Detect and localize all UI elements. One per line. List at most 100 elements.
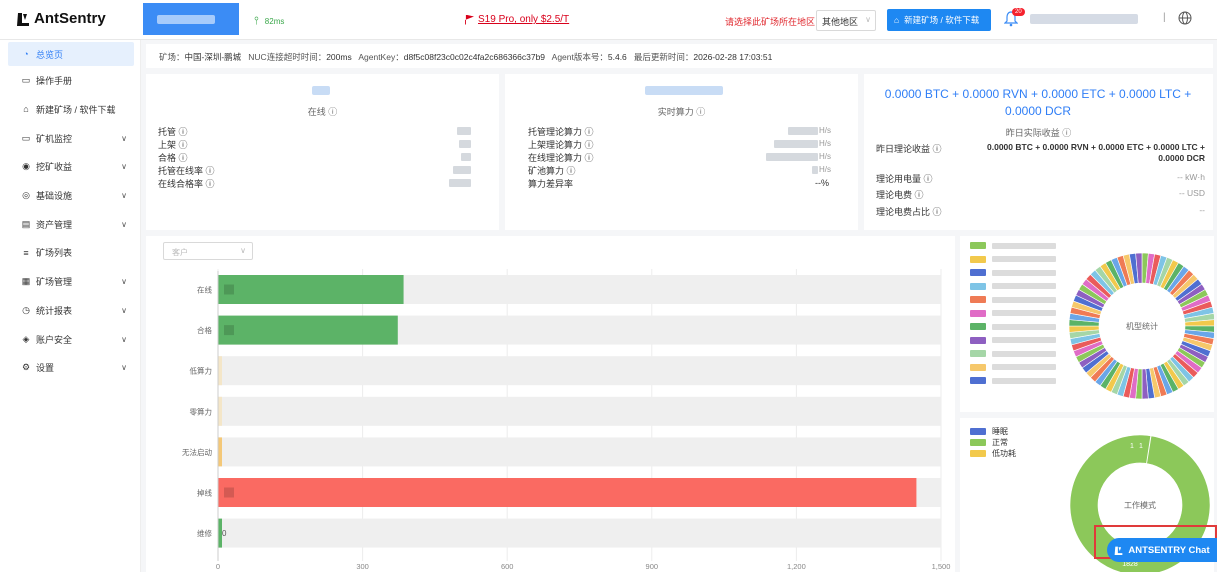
sidebar-item[interactable]: ▤ 资产管理 ∨ [0,212,141,236]
hashrate-value-redacted [788,127,818,135]
app-name: AntSentry [34,10,106,27]
sidebar-item-label: 新建矿场 / 软件下载 [36,104,116,115]
promo-link[interactable]: S19 Pro, only $2.5/T [465,14,569,25]
help-icon[interactable]: ⓘ [585,140,594,150]
online-row-value-redacted [457,127,471,135]
online-row-label: 合格 ⓘ [158,153,188,163]
promo-text: S19 Pro, only $2.5/T [478,14,570,25]
help-icon[interactable]: ⓘ [179,127,188,137]
bar[interactable] [218,275,404,304]
sidebar-item[interactable]: ▭ 操作手册 [0,69,141,93]
sidebar-item[interactable]: ≡ 矿场列表 [0,241,141,265]
hashrate-unit: H/s [819,139,831,148]
help-icon[interactable]: ⓘ [933,144,942,154]
antsentry-chat-button[interactable]: ANTSENTRY Chat [1107,538,1217,562]
bar[interactable] [218,315,398,345]
hashrate-row-label: 托管理论算力 ⓘ [528,127,594,137]
hashrate-row-label: 矿池算力 ⓘ [528,166,576,176]
bar-background [218,518,941,548]
help-icon[interactable]: ⓘ [585,153,594,163]
region-select[interactable]: 其他地区 ∨ [816,10,876,31]
online-count-redacted [312,86,330,95]
income-row-label: 理论电费 ⓘ [876,190,924,200]
yesterday-actual-income: 0.0000 BTC + 0.0000 RVN + 0.0000 ETC + 0… [867,86,1209,120]
online-row-label: 上架 ⓘ [158,140,188,150]
help-icon[interactable]: ⓘ [1062,128,1071,138]
sidebar-item[interactable]: ◎ 基础设施 ∨ [0,184,141,208]
y-category-label: 零算力 [190,406,213,416]
hashrate-unit: H/s [819,152,831,161]
sidebar-item[interactable]: ▭ 矿机监控 ∨ [0,126,141,150]
user-name-redacted[interactable] [1030,14,1138,24]
help-icon[interactable]: ⓘ [696,107,705,117]
gear-icon: ⚙ [21,362,31,373]
hashrate-subtitle: 实时算力 ⓘ [657,107,706,117]
status-bar-chart-card: 客户 ∨ 0 300 600 900 1,200 1,500 在线 合格 低算力 零算力 无法启动掉… [146,236,955,572]
help-icon[interactable]: ⓘ [567,166,576,176]
hashrate-value-redacted [766,153,818,161]
bar-background [218,356,941,386]
slice-value-label: 1 [1130,443,1134,450]
sidebar-item[interactable]: ◔ 总览页 [8,42,134,66]
help-icon[interactable]: ⓘ [206,166,215,176]
hashrate-value-redacted [774,140,818,148]
chevron-down-icon: ∨ [121,363,127,373]
help-icon[interactable]: ⓘ [328,107,337,117]
income-row-value: 0.0000 DCR [1158,153,1205,163]
bar-value-redacted [224,284,234,295]
income-row-label: 昨日理论收益 ⓘ [876,144,942,154]
sidebar: ◔ 总览页 ▭ 操作手册 ⌂ 新建矿场 / 软件下载 ▭ 矿机监控 ∨ ◉ 挖矿收益 ∨ ◎ 基础设施 ∨ ▤… [0,40,141,572]
flag-icon [465,14,474,25]
sidebar-item[interactable]: ◈ 账户安全 ∨ [0,327,141,351]
globe-icon[interactable] [1178,11,1192,25]
nuc-label: NUC连接超时时间： [248,52,327,62]
y-category-label: 维修 [197,528,212,538]
help-icon[interactable]: ⓘ [924,174,933,184]
agent-version-label: Agent版本号： [551,52,608,62]
help-icon[interactable]: ⓘ [179,140,188,150]
online-row-value-redacted [453,166,471,174]
hashrate-row-label: 上架理论算力 ⓘ [528,140,594,150]
hashrate-row-label: 在线理论算力 ⓘ [528,153,594,163]
status-bar-chart: 0 300 600 900 1,200 1,500 在线合格低算力零算力无法启动掉线 0 维修 [182,269,950,571]
sidebar-item-label: 账户安全 [36,334,73,345]
online-card: 在线 ⓘ 托管 ⓘ 上架 ⓘ 合格 ⓘ 托管在线率 ⓘ 在线合格率 ⓘ [146,74,499,230]
model-stats-card: 机型统计 [960,236,1214,412]
sidebar-item[interactable]: ◉ 挖矿收益 ∨ [0,155,141,179]
antenna-icon: ⫯ [254,15,259,27]
bar-value-label: 0 [222,529,227,538]
income-row-value: -- [1199,205,1205,215]
site-tab[interactable] [143,3,239,35]
hashrate-card: 实时算力 ⓘ 托管理论算力 ⓘ H/s 上架理论算力 ⓘ H/s 在线理论算力 ⓘ H/s… [505,74,858,230]
help-icon[interactable]: ⓘ [585,127,594,137]
income-line-1: 0.0000 BTC + 0.0000 RVN + 0.0000 ETC + 0… [884,87,1192,101]
help-icon[interactable]: ⓘ [933,207,942,217]
chat-button-label: ANTSENTRY Chat [1128,544,1210,556]
site-name-redacted [157,15,215,24]
sidebar-item[interactable]: ⌂ 新建矿场 / 软件下载 [0,97,141,121]
database-icon: ▤ [21,218,31,229]
online-row-label: 托管 ⓘ [158,127,188,137]
help-icon[interactable]: ⓘ [206,179,215,189]
book-icon: ▭ [21,75,31,86]
new-site-download-button[interactable]: ⌂ 新建矿场 / 软件下载 [887,9,991,31]
sidebar-item-label: 统计报表 [36,305,73,316]
bar-background [218,437,941,467]
logo[interactable]: AntSentry [16,10,106,27]
sidebar-item[interactable]: ◷ 统计报表 ∨ [0,298,141,322]
bar[interactable] [218,396,222,426]
agentkey-label: AgentKey： [358,52,404,62]
bar[interactable] [218,356,222,386]
bar-value-redacted [224,325,234,336]
x-tick-label: 900 [646,562,659,571]
bar[interactable] [218,478,917,507]
nuc-value: 200ms [326,52,352,62]
sidebar-item[interactable]: ▦ 矿场管理 ∨ [0,270,141,294]
site-info-bar: 矿场：中国-深圳-鹏城 NUC连接超时时间：200ms AgentKey：d8f… [146,44,1213,68]
help-icon[interactable]: ⓘ [915,190,924,200]
bar[interactable] [218,437,222,467]
help-icon[interactable]: ⓘ [179,153,188,163]
sidebar-item-label: 基础设施 [36,191,73,201]
sidebar-item[interactable]: ⚙ 设置 ∨ [0,356,141,380]
site-value: 中国-深圳-鹏城 [184,52,242,62]
